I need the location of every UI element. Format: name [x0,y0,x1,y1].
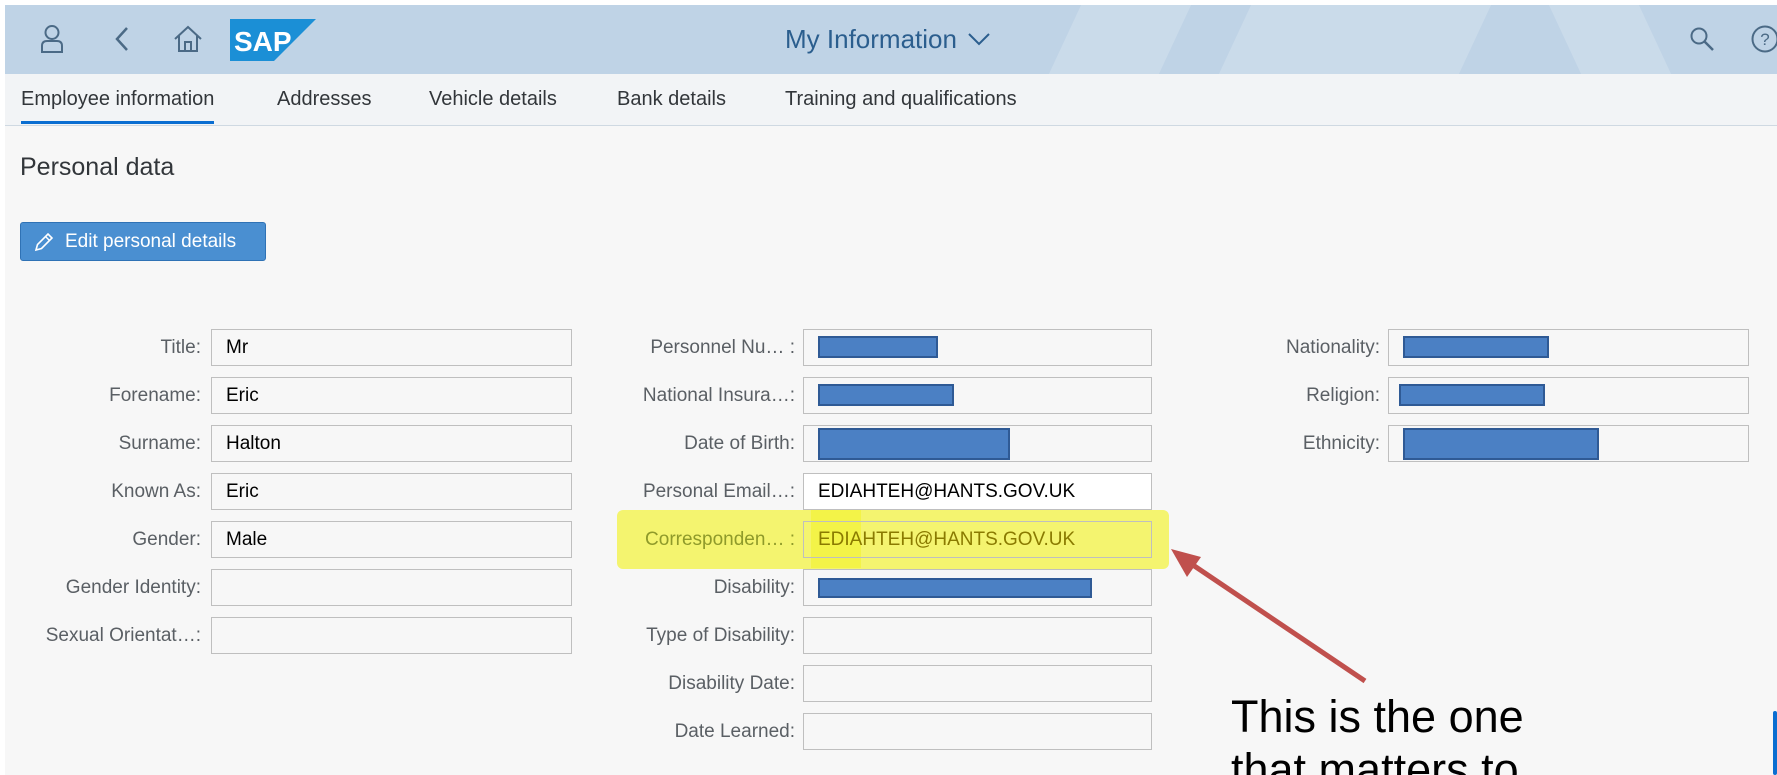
correspondence-email-field[interactable]: EDIAHTEH@HANTS.GOV.UK [803,521,1152,558]
tab-employee-information[interactable]: Employee information [21,74,215,124]
national-insurance-label: National Insura…: [642,385,795,406]
surname-value: Halton [226,433,281,454]
app-window: SAP My Information ? Employee informatio… [5,5,1777,775]
personal-email-label: Personal Email…: [642,481,795,502]
scrollbar-thumb[interactable] [1773,711,1777,775]
date-learned-label: Date Learned: [674,721,795,742]
tab-bar: Employee information Addresses Vehicle d… [5,74,1777,126]
home-icon[interactable] [168,19,208,59]
gender-label: Gender: [132,529,201,550]
disability-field[interactable] [803,569,1152,606]
redaction-block [818,428,1010,460]
forename-label: Forename: [109,385,201,406]
svg-text:?: ? [1760,30,1769,49]
nationality-label: Nationality: [1286,337,1380,358]
correspondence-email-label: Corresponden… : [645,529,795,550]
ethnicity-label: Ethnicity: [1302,433,1380,454]
redaction-block [818,384,954,406]
tab-vehicle-details[interactable]: Vehicle details [429,74,557,124]
annotation-line-1: This is the one [1231,691,1524,742]
religion-label: Religion: [1306,385,1380,406]
tab-training-and-qualifications[interactable]: Training and qualifications [785,74,1017,124]
sap-logo-text: SAP [234,26,292,57]
title-value: Mr [226,337,249,358]
back-icon[interactable] [102,19,142,59]
personnel-number-field[interactable] [803,329,1152,366]
personnel-number-label: Personnel Nu… : [650,337,795,358]
disability-label: Disability: [713,577,795,598]
gender-identity-label: Gender Identity: [65,577,201,598]
date-of-birth-field[interactable] [803,425,1152,462]
title-label: Title: [160,337,201,358]
app-title: My Information [785,23,957,54]
edit-personal-details-button[interactable]: Edit personal details [20,222,266,261]
help-icon[interactable]: ? [1745,19,1777,59]
date-learned-field[interactable] [803,713,1152,750]
redaction-block [1403,336,1549,358]
surname-field[interactable]: Halton [211,425,572,462]
known-as-label: Known As: [111,481,201,502]
section-title: Personal data [20,153,175,181]
redaction-block [1403,428,1599,460]
gender-field[interactable]: Male [211,521,572,558]
app-title-menu[interactable]: My Information [785,21,991,57]
annotation-arrow [1171,549,1367,684]
user-icon[interactable] [32,19,72,59]
religion-field[interactable] [1388,377,1749,414]
nationality-field[interactable] [1388,329,1749,366]
title-field[interactable]: Mr [211,329,572,366]
sexual-orientation-field[interactable] [211,617,572,654]
gender-identity-field[interactable] [211,569,572,606]
redaction-block [818,578,1092,598]
disability-date-label: Disability Date: [668,673,795,694]
sexual-orientation-label: Sexual Orientat…: [45,625,201,646]
ethnicity-field[interactable] [1388,425,1749,462]
surname-label: Surname: [118,433,201,454]
known-as-value: Eric [226,481,259,502]
redaction-block [818,336,938,358]
date-of-birth-label: Date of Birth: [684,433,795,454]
correspondence-email-value: EDIAHTEH@HANTS.GOV.UK [818,529,1076,550]
annotation-text: This is the one that matters to [1231,690,1611,775]
shell-bar: SAP My Information ? [5,5,1777,74]
gender-value: Male [226,529,268,550]
redaction-block [1399,384,1545,406]
type-of-disability-label: Type of Disability: [646,625,795,646]
disability-date-field[interactable] [803,665,1152,702]
forename-field[interactable]: Eric [211,377,572,414]
search-icon[interactable] [1682,19,1722,59]
edit-button-label: Edit personal details [65,230,237,252]
sap-logo[interactable]: SAP [230,19,316,61]
personal-email-value: EDIAHTEH@HANTS.GOV.UK [818,481,1076,502]
type-of-disability-field[interactable] [803,617,1152,654]
tab-addresses[interactable]: Addresses [277,74,372,124]
pencil-icon [34,232,54,251]
forename-value: Eric [226,385,259,406]
national-insurance-field[interactable] [803,377,1152,414]
known-as-field[interactable]: Eric [211,473,572,510]
chevron-down-icon [968,33,990,46]
personal-email-field[interactable]: EDIAHTEH@HANTS.GOV.UK [803,473,1152,510]
annotation-line-2: that matters to [1231,744,1519,775]
tab-bank-details[interactable]: Bank details [617,74,726,124]
